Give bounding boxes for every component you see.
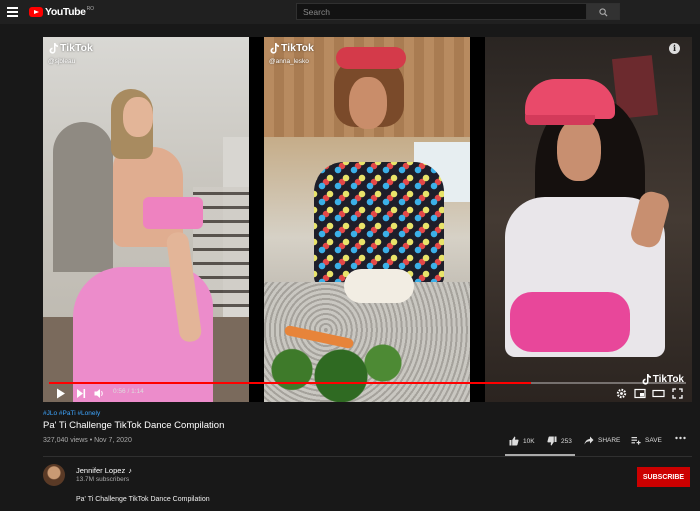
share-label: SHARE <box>598 437 621 444</box>
next-icon[interactable] <box>76 388 86 399</box>
youtube-logo-icon <box>29 7 43 17</box>
dislike-icon <box>547 436 557 446</box>
cap-visor <box>525 115 595 125</box>
video-panel-3: i TikTok <box>485 37 692 402</box>
channel-name[interactable]: Jennifer Lopez ♪ <box>76 466 132 475</box>
search-button[interactable] <box>586 3 620 20</box>
video-panel-1: TikTok @sjbleau <box>43 37 249 402</box>
search-input[interactable] <box>296 3 587 20</box>
miniplayer-icon[interactable] <box>634 388 646 399</box>
dancer-face <box>557 119 601 181</box>
video-description: Pa' Ti Challenge TikTok Dance Compilatio… <box>76 496 210 503</box>
channel-name-text: Jennifer Lopez <box>76 466 126 475</box>
view-count-date: 327,040 views • Nov 7, 2020 <box>43 437 132 444</box>
hashtags[interactable]: #JLo #PaTi #Lonely <box>43 410 100 417</box>
logo-text: YouTube <box>45 6 86 18</box>
like-count: 10K <box>523 437 535 445</box>
like-button[interactable]: 10K <box>509 436 535 446</box>
play-icon[interactable] <box>56 388 66 399</box>
dislike-count: 253 <box>561 437 572 445</box>
music-note-icon: ♪ <box>128 466 132 475</box>
subscriber-count: 13.7M subscribers <box>76 476 130 483</box>
top-bar: YouTube RO <box>0 0 700 24</box>
divider <box>43 456 692 457</box>
pink-cap <box>525 79 615 119</box>
save-button[interactable]: SAVE <box>631 436 662 445</box>
save-label: SAVE <box>645 437 662 444</box>
tiktok-watermark: TikTok <box>270 42 314 54</box>
more-icon <box>675 436 686 440</box>
search-icon <box>599 7 608 17</box>
head-scarf <box>336 47 406 69</box>
dancer-face <box>123 97 153 137</box>
video-player[interactable]: TikTok @sjbleau TikTok @anna_lesko i Tik… <box>43 37 692 402</box>
player-controls: 0:56 / 1:14 <box>43 386 692 402</box>
more-actions-button[interactable] <box>675 436 686 440</box>
avatar[interactable] <box>43 464 65 486</box>
volume-icon[interactable] <box>94 388 105 399</box>
progress-bar[interactable] <box>49 382 686 384</box>
tiktok-logo-icon <box>49 42 58 54</box>
theater-icon[interactable] <box>652 388 665 399</box>
video-title: Pa' Ti Challenge TikTok Dance Compilatio… <box>43 420 225 431</box>
tiktok-logo-icon <box>270 42 279 54</box>
dislike-button[interactable]: 253 <box>547 436 572 446</box>
progress-fill <box>49 382 532 384</box>
video-panel-2: TikTok @anna_lesko <box>264 37 470 402</box>
tiktok-handle: @anna_lesko <box>269 58 309 65</box>
dancer-face <box>349 77 387 129</box>
fullscreen-icon[interactable] <box>672 388 683 399</box>
time-display: 0:56 / 1:14 <box>113 388 144 395</box>
tiktok-handle: @sjbleau <box>48 58 76 65</box>
subscribe-button[interactable]: SUBSCRIBE <box>637 467 690 487</box>
save-icon <box>631 437 641 445</box>
youtube-logo[interactable]: YouTube RO <box>29 5 94 19</box>
like-icon <box>509 436 519 446</box>
pink-belt-bag <box>510 292 630 352</box>
dough <box>344 269 414 303</box>
settings-icon[interactable] <box>616 388 627 399</box>
menu-icon[interactable] <box>7 7 18 17</box>
dancer-top <box>143 197 203 229</box>
share-button[interactable]: SHARE <box>584 436 620 445</box>
tiktok-watermark: TikTok <box>49 42 93 54</box>
doorway <box>53 122 113 272</box>
share-icon <box>584 436 594 445</box>
tiktok-brand: TikTok <box>60 42 93 54</box>
info-icon[interactable]: i <box>669 43 680 54</box>
tiktok-brand: TikTok <box>281 42 314 54</box>
logo-region: RO <box>86 6 95 12</box>
